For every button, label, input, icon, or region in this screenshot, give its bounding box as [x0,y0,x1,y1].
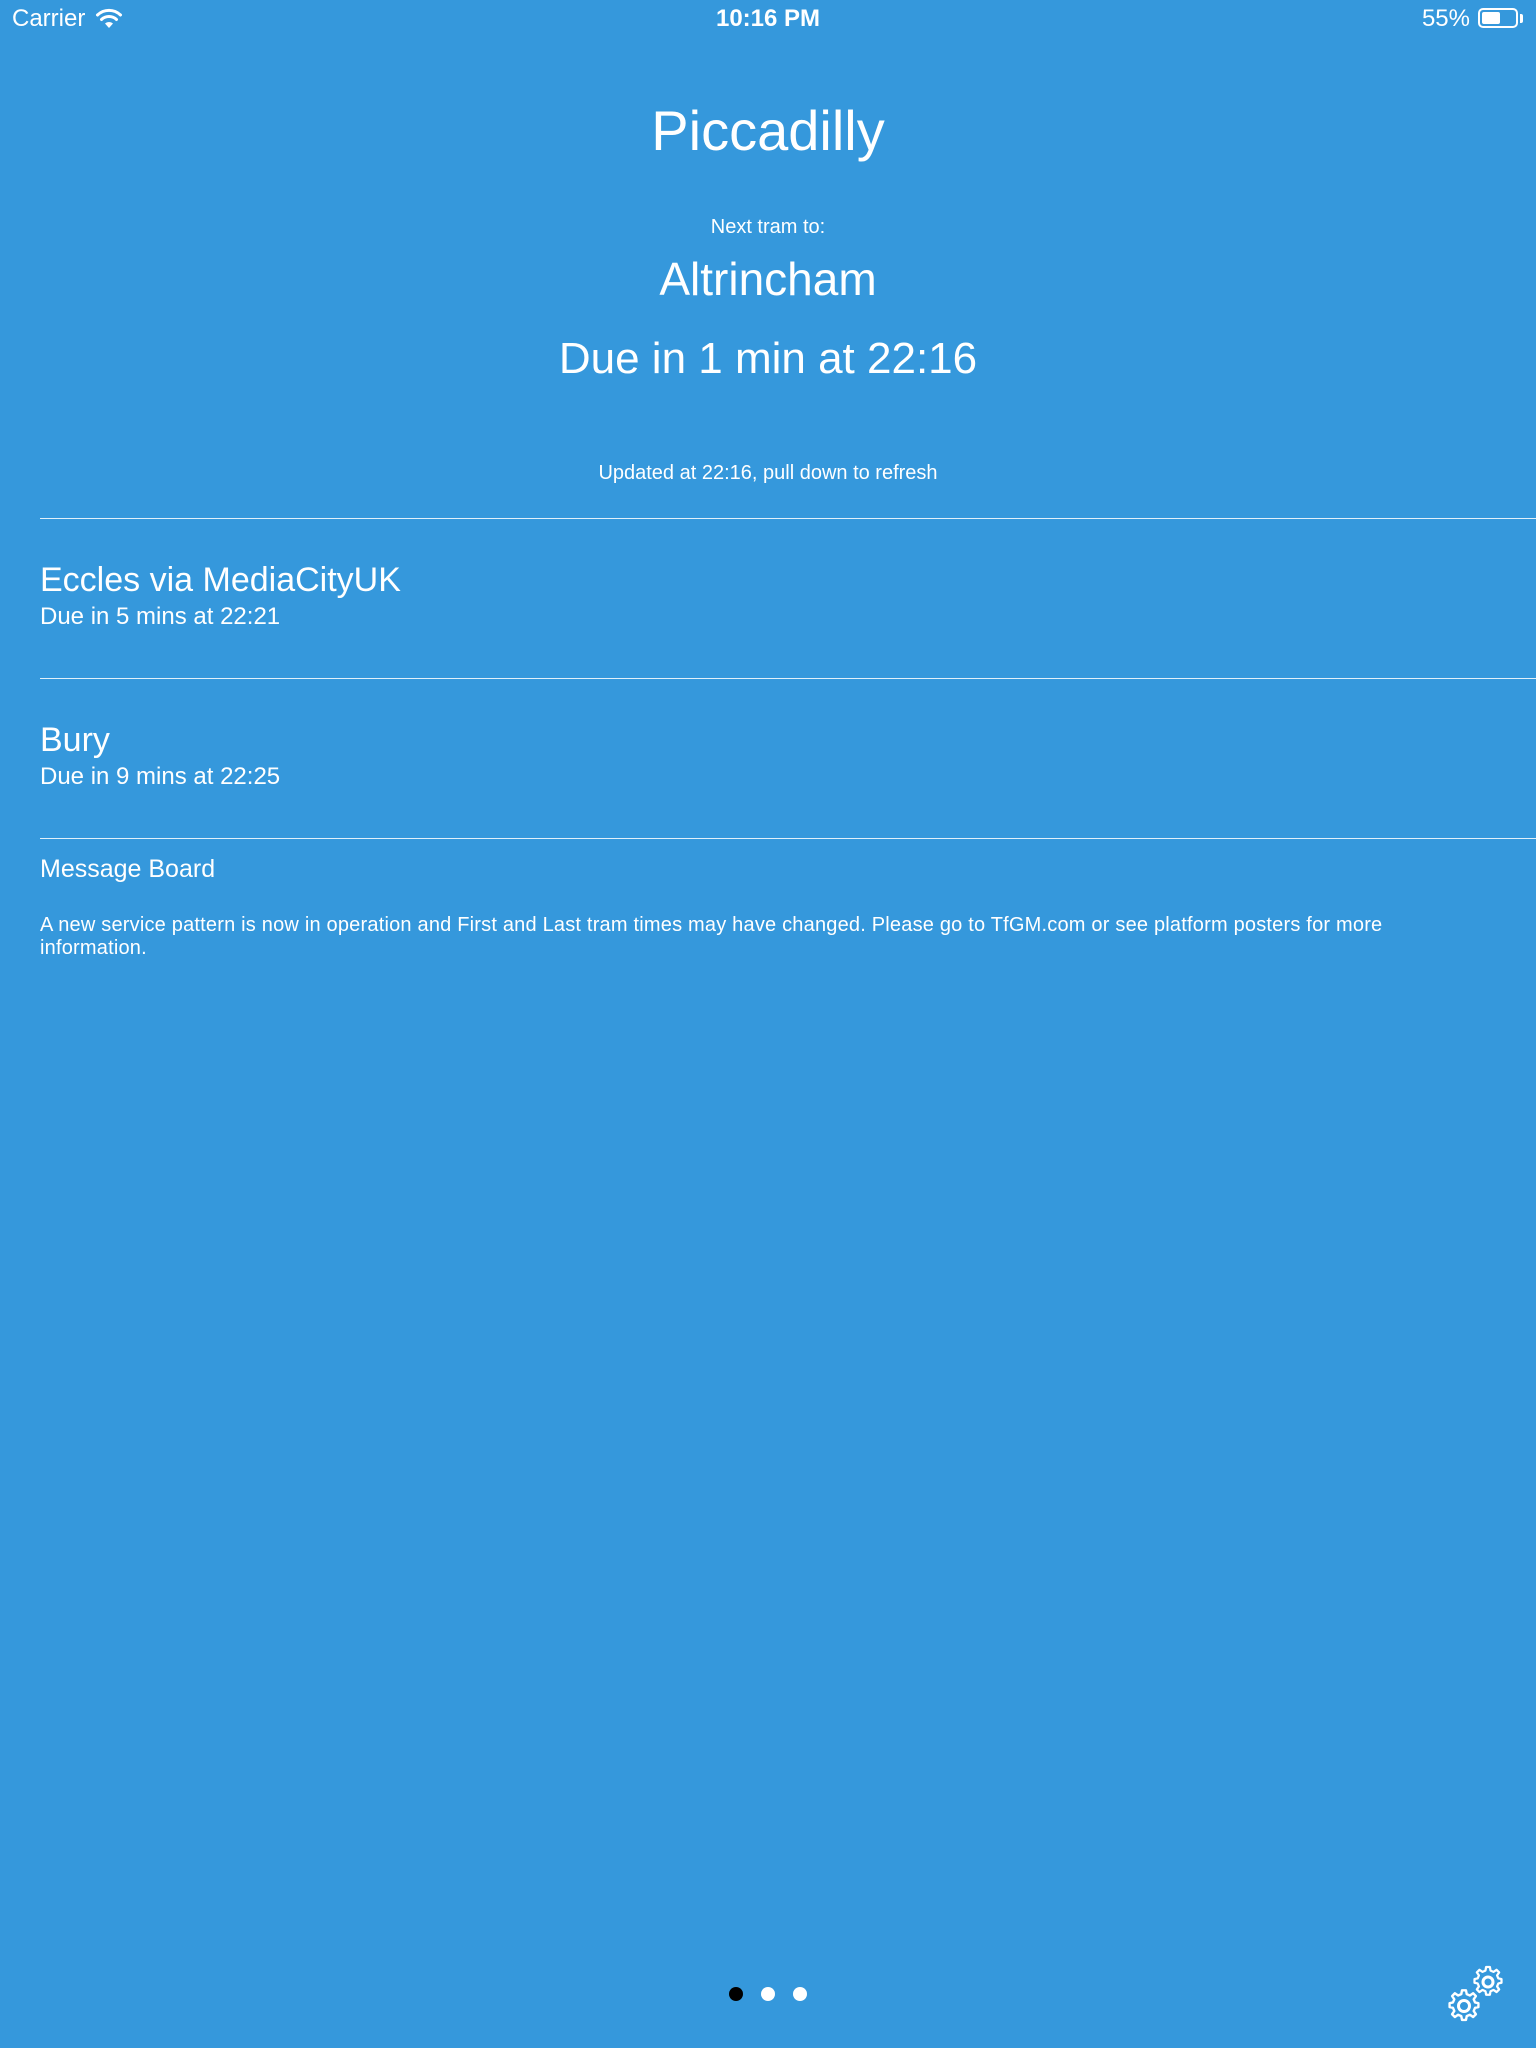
page-dot[interactable] [793,1987,807,2001]
station-title: Piccadilly [651,99,885,162]
departure-destination: Eccles via MediaCityUK [40,561,401,599]
next-tram-label: Next tram to: [710,216,826,238]
departure-due: Due in 5 mins at 22:21 [40,603,281,630]
battery-icon [1478,8,1524,30]
departure-destination: Bury [40,721,110,759]
divider [40,678,1536,679]
status-right: 55% [1422,5,1524,33]
next-tram-due: Due in 1 min at 22:16 [558,334,978,383]
next-tram-destination: Altrincham [659,253,877,305]
updated-status: Updated at 22:16, pull down to refresh [598,462,938,484]
status-time: 10:16 PM [715,5,821,32]
departure-due: Due in 9 mins at 22:25 [40,763,281,790]
gear-icon [1448,1965,1503,2022]
battery-percentage: 55% [1421,5,1470,32]
page-dot[interactable] [729,1987,743,2001]
page-indicator[interactable] [0,1987,1536,2001]
departure-row[interactable]: Bury Due in 9 mins at 22:25 [40,720,1536,792]
departure-row[interactable]: Eccles via MediaCityUK Due in 5 mins at … [40,560,1536,632]
page-dot[interactable] [761,1987,775,2001]
settings-button[interactable] [1442,1962,1514,2028]
battery-level-fill [1482,12,1500,24]
divider [40,518,1536,519]
status-bar: Carrier 10:16 PM 55% [0,0,1536,40]
message-board-title: Message Board [40,855,216,883]
divider [40,838,1536,839]
message-board-text: A new service pattern is now in operatio… [40,914,1383,959]
